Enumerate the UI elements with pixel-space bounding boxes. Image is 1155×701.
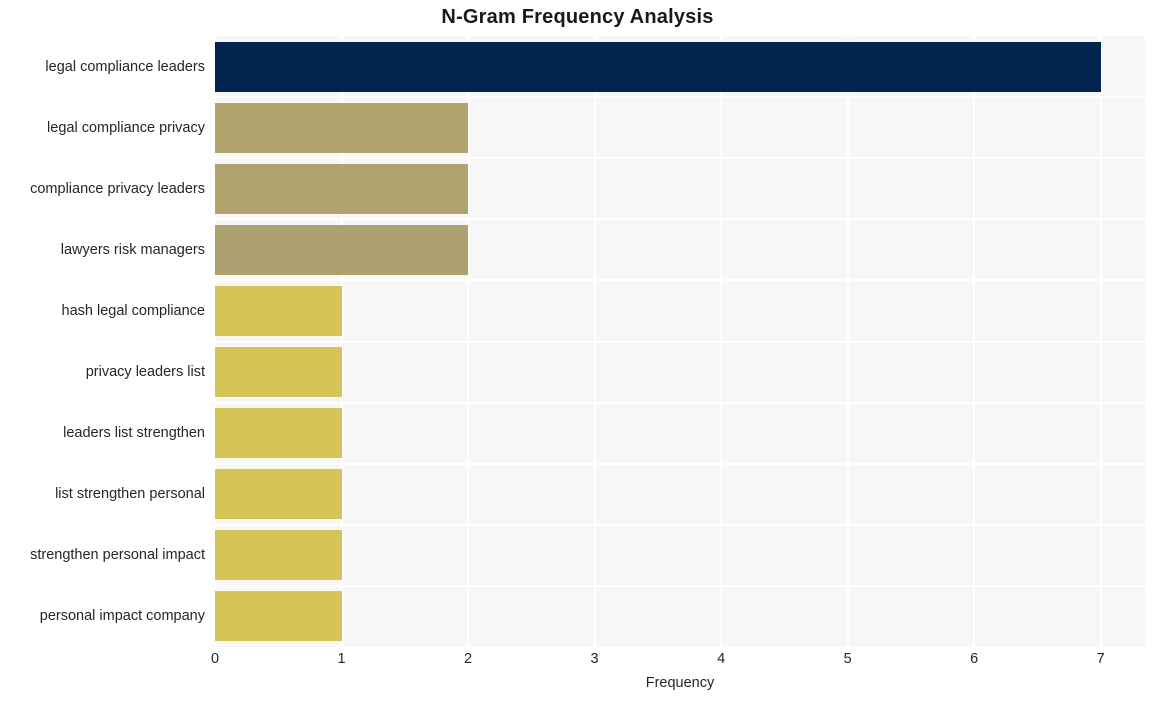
y-gridline — [215, 157, 1145, 160]
x-axis-label: Frequency — [645, 675, 715, 691]
y-gridline — [215, 218, 1145, 221]
x-tick-label: 5 — [843, 651, 852, 667]
y-tick-label: list strengthen personal — [55, 486, 205, 503]
bar[interactable] — [215, 102, 469, 153]
y-tick-label: leaders list strengthen — [63, 425, 205, 442]
x-tick-label: 7 — [1096, 651, 1105, 667]
y-tick-label: strengthen personal impact — [30, 547, 205, 564]
y-axis-tick-labels: legal compliance leaders legal compliance… — [0, 36, 205, 647]
y-gridline — [215, 462, 1145, 465]
y-tick-label: legal compliance privacy — [47, 119, 205, 136]
bar[interactable] — [215, 163, 469, 214]
y-gridline — [215, 279, 1145, 282]
x-tick-label: 4 — [717, 651, 726, 667]
bar[interactable] — [215, 347, 342, 398]
chart-figure: N-Gram Frequency Analysis legal complian… — [0, 0, 1155, 701]
y-gridline — [215, 96, 1145, 99]
x-tick-label: 3 — [590, 651, 599, 667]
x-axis-tick-labels: 0 1 2 3 4 5 6 7 — [0, 651, 1155, 675]
x-tick-label: 1 — [337, 651, 346, 667]
y-tick-label: privacy leaders list — [85, 364, 205, 381]
chart-title: N-Gram Frequency Analysis — [441, 6, 714, 28]
y-tick-label: hash legal compliance — [61, 302, 205, 319]
y-tick-label: compliance privacy leaders — [30, 180, 205, 197]
x-tick-label: 2 — [464, 651, 473, 667]
y-tick-label: legal compliance leaders — [45, 58, 205, 75]
y-gridline — [215, 523, 1145, 526]
y-gridline — [215, 401, 1145, 404]
bar[interactable] — [215, 224, 469, 275]
bar[interactable] — [215, 591, 342, 642]
bar[interactable] — [215, 469, 342, 520]
plot-area — [214, 36, 1145, 647]
bar[interactable] — [215, 41, 1101, 92]
bar[interactable] — [215, 530, 342, 581]
x-tick-label: 6 — [970, 651, 979, 667]
y-tick-label: personal impact company — [39, 608, 205, 625]
y-gridline — [215, 340, 1145, 343]
x-tick-label: 0 — [210, 651, 220, 667]
y-gridline — [215, 584, 1145, 587]
bar[interactable] — [215, 285, 342, 336]
y-tick-label: lawyers risk managers — [60, 241, 205, 258]
bar[interactable] — [215, 408, 342, 459]
